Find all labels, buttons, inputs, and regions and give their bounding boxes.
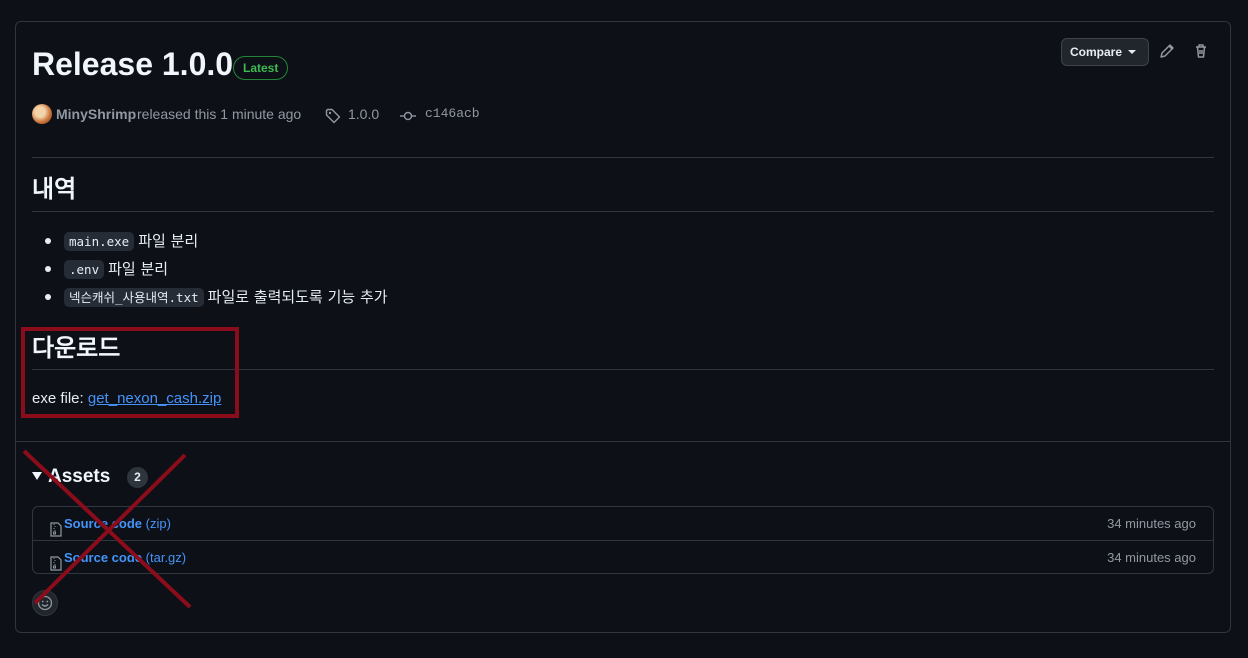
list-item-text: 파일 분리	[138, 232, 199, 250]
avatar[interactable]	[32, 104, 52, 124]
list-item: main.exe 파일 분리	[32, 228, 388, 256]
asset-time: 34 minutes ago	[1107, 516, 1196, 531]
divider	[32, 157, 1214, 158]
inline-code: .env	[64, 260, 105, 279]
trash-icon[interactable]	[1190, 40, 1212, 62]
asset-row[interactable]: Source code (zip) 34 minutes ago	[33, 507, 1213, 540]
inline-code: 넥슨캐쉬_사용내역.txt	[64, 288, 204, 307]
assets-list: Source code (zip) 34 minutes ago Source …	[32, 506, 1214, 574]
author-link[interactable]: MinyShrimp	[56, 104, 136, 124]
assets-toggle[interactable]: Assets	[32, 466, 110, 488]
commit-link[interactable]: c146acb	[425, 104, 480, 124]
asset-link[interactable]: Source code (zip)	[64, 507, 171, 540]
compare-button[interactable]: Compare	[1061, 38, 1149, 66]
assets-count-badge: 2	[127, 467, 148, 488]
highlight-box	[21, 327, 239, 418]
latest-badge: Latest	[233, 56, 289, 80]
divider	[16, 441, 1230, 442]
asset-link[interactable]: Source code (tar.gz)	[64, 541, 186, 574]
file-zip-icon	[50, 550, 62, 583]
list-item-text: 파일 분리	[108, 260, 169, 278]
commit-icon	[399, 109, 417, 128]
compare-label: Compare	[1070, 45, 1123, 59]
released-text: released this 1 minute ago	[137, 106, 302, 122]
inline-code: main.exe	[64, 232, 135, 251]
list-item: .env 파일 분리	[32, 256, 388, 284]
smiley-icon[interactable]	[32, 590, 58, 616]
list-item-text: 파일로 출력되도록 기능 추가	[207, 288, 388, 306]
release-title[interactable]: Release 1.0.0	[32, 44, 233, 84]
pencil-icon[interactable]	[1156, 40, 1178, 62]
asset-format: (tar.gz)	[145, 550, 187, 565]
tag-link[interactable]: 1.0.0	[348, 104, 379, 124]
list-item: 넥슨캐쉬_사용내역.txt 파일로 출력되도록 기능 추가	[32, 284, 388, 312]
asset-name: Source code	[64, 550, 143, 565]
chevron-down-icon	[1128, 50, 1136, 54]
assets-title: Assets	[48, 466, 111, 487]
asset-name: Source code	[64, 516, 143, 531]
section-title-history: 내역	[32, 175, 77, 203]
notes-list: main.exe 파일 분리 .env 파일 분리 넥슨캐쉬_사용내역.txt 파일로…	[32, 228, 388, 312]
asset-time: 34 minutes ago	[1107, 550, 1196, 565]
asset-row[interactable]: Source code (tar.gz) 34 minutes ago	[33, 540, 1213, 573]
triangle-down-icon	[32, 472, 42, 480]
divider	[32, 211, 1214, 212]
asset-format: (zip)	[145, 516, 171, 531]
tag-icon	[325, 108, 341, 129]
